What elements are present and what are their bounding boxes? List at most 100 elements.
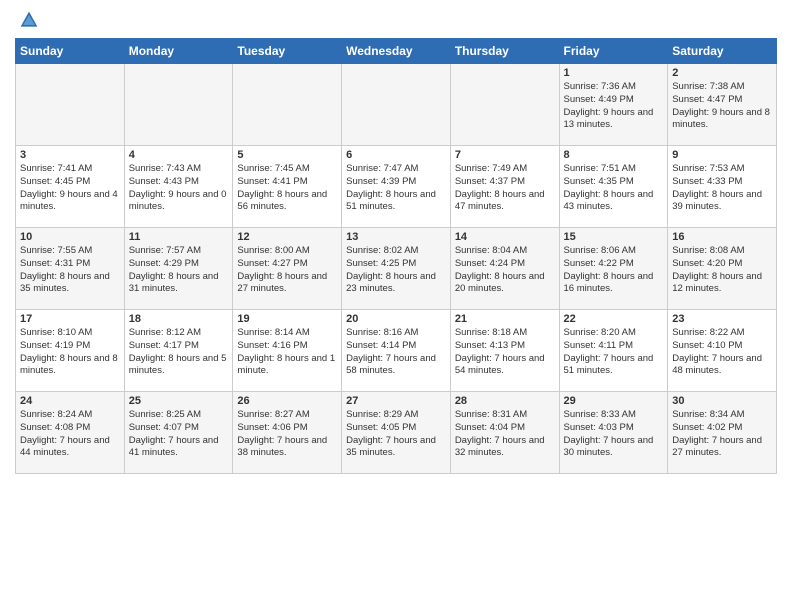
calendar-cell: 22Sunrise: 8:20 AM Sunset: 4:11 PM Dayli… [559,310,668,392]
day-info: Sunrise: 8:34 AM Sunset: 4:02 PM Dayligh… [672,409,772,460]
calendar-cell: 15 Sunrise: 8:06 AM Sunset: 4:22 PM Dayli… [559,228,668,310]
day-info: Sunrise: 8:02 AM Sunset: 4:25 PM Dayligh… [346,245,446,296]
day-number: 26 [237,395,337,407]
day-info: Sunrise: 8:06 AM Sunset: 4:22 PM Dayligh… [564,245,664,296]
weekday-header-thursday: Thursday [450,39,559,64]
day-number: 27 [346,395,446,407]
day-number: 29 [564,395,664,407]
header [15,10,777,30]
weekday-header-tuesday: Tuesday [233,39,342,64]
day-info: Sunrise: 8:10 AM Sunset: 4:19 PM Dayligh… [20,327,120,378]
calendar-cell: 17 Sunrise: 8:10 AM Sunset: 4:19 PM Dayli… [16,310,125,392]
day-info: Sunrise: 7:38 AM Sunset: 4:47 PM Dayligh… [672,81,772,132]
weekday-header-row: SundayMondayTuesdayWednesdayThursdayFrid… [16,39,777,64]
calendar-cell [450,64,559,146]
calendar-cell: 26 Sunrise: 8:27 AM Sunset: 4:06 PM Dayli… [233,392,342,474]
day-number: 20 [346,313,446,325]
calendar-cell: 21 Sunrise: 8:18 AM Sunset: 4:13 PM Dayli… [450,310,559,392]
calendar-cell: 8 Sunrise: 7:51 AM Sunset: 4:35 PM Daylig… [559,146,668,228]
calendar-cell [16,64,125,146]
day-info: Sunrise: 8:14 AM Sunset: 4:16 PM Dayligh… [237,327,337,378]
day-info: Sunrise: 8:31 AM Sunset: 4:04 PM Dayligh… [455,409,555,460]
day-info: Sunrise: 7:45 AM Sunset: 4:41 PM Dayligh… [237,163,337,214]
calendar-cell: 9 Sunrise: 7:53 AM Sunset: 4:33 PM Daylig… [668,146,777,228]
day-number: 17 [20,313,120,325]
calendar-week-row: 17 Sunrise: 8:10 AM Sunset: 4:19 PM Dayli… [16,310,777,392]
day-number: 21 [455,313,555,325]
day-number: 30 [672,395,772,407]
day-info: Sunrise: 8:33 AM Sunset: 4:03 PM Dayligh… [564,409,664,460]
day-info: Sunrise: 7:41 AM Sunset: 4:45 PM Dayligh… [20,163,120,214]
calendar-cell [233,64,342,146]
weekday-header-wednesday: Wednesday [342,39,451,64]
day-number: 12 [237,231,337,243]
calendar-cell: 7 Sunrise: 7:49 AM Sunset: 4:37 PM Daylig… [450,146,559,228]
calendar-cell: 18Sunrise: 8:12 AM Sunset: 4:17 PM Dayli… [124,310,233,392]
calendar-week-row: 1 Sunrise: 7:36 AM Sunset: 4:49 PM Daylig… [16,64,777,146]
day-number: 8 [564,149,664,161]
day-info: Sunrise: 7:49 AM Sunset: 4:37 PM Dayligh… [455,163,555,214]
day-info: Sunrise: 7:55 AM Sunset: 4:31 PM Dayligh… [20,245,120,296]
day-number: 1 [564,67,664,79]
page: SundayMondayTuesdayWednesdayThursdayFrid… [0,0,792,612]
day-info: Sunrise: 7:51 AM Sunset: 4:35 PM Dayligh… [564,163,664,214]
logo-icon [19,10,39,30]
day-info: Sunrise: 8:24 AM Sunset: 4:08 PM Dayligh… [20,409,120,460]
calendar-cell: 30 Sunrise: 8:34 AM Sunset: 4:02 PM Dayli… [668,392,777,474]
day-number: 3 [20,149,120,161]
day-info: Sunrise: 7:57 AM Sunset: 4:29 PM Dayligh… [129,245,229,296]
day-info: Sunrise: 8:18 AM Sunset: 4:13 PM Dayligh… [455,327,555,378]
calendar-cell [342,64,451,146]
logo [15,10,39,30]
day-number: 13 [346,231,446,243]
day-info: Sunrise: 8:16 AM Sunset: 4:14 PM Dayligh… [346,327,446,378]
calendar-cell: 20 Sunrise: 8:16 AM Sunset: 4:14 PM Dayli… [342,310,451,392]
day-number: 24 [20,395,120,407]
calendar-cell: 27 Sunrise: 8:29 AM Sunset: 4:05 PM Dayli… [342,392,451,474]
day-info: Sunrise: 8:29 AM Sunset: 4:05 PM Dayligh… [346,409,446,460]
day-number: 2 [672,67,772,79]
calendar-cell: 2 Sunrise: 7:38 AM Sunset: 4:47 PM Daylig… [668,64,777,146]
calendar-cell: 25Sunrise: 8:25 AM Sunset: 4:07 PM Dayli… [124,392,233,474]
day-info: Sunrise: 7:53 AM Sunset: 4:33 PM Dayligh… [672,163,772,214]
day-number: 6 [346,149,446,161]
calendar-week-row: 10 Sunrise: 7:55 AM Sunset: 4:31 PM Dayli… [16,228,777,310]
calendar-cell: 19 Sunrise: 8:14 AM Sunset: 4:16 PM Dayli… [233,310,342,392]
day-number: 7 [455,149,555,161]
day-info: Sunrise: 8:00 AM Sunset: 4:27 PM Dayligh… [237,245,337,296]
calendar-cell: 1 Sunrise: 7:36 AM Sunset: 4:49 PM Daylig… [559,64,668,146]
day-number: 18 [129,313,229,325]
calendar-cell: 23 Sunrise: 8:22 AM Sunset: 4:10 PM Dayli… [668,310,777,392]
calendar-cell: 4 Sunrise: 7:43 AM Sunset: 4:43 PM Daylig… [124,146,233,228]
day-number: 22 [564,313,664,325]
calendar-cell: 5 Sunrise: 7:45 AM Sunset: 4:41 PM Daylig… [233,146,342,228]
day-info: Sunrise: 7:43 AM Sunset: 4:43 PM Dayligh… [129,163,229,214]
calendar-cell: 29 Sunrise: 8:33 AM Sunset: 4:03 PM Dayli… [559,392,668,474]
calendar-cell: 24 Sunrise: 8:24 AM Sunset: 4:08 PM Dayli… [16,392,125,474]
day-number: 10 [20,231,120,243]
calendar-cell: 6Sunrise: 7:47 AM Sunset: 4:39 PM Daylig… [342,146,451,228]
day-info: Sunrise: 8:08 AM Sunset: 4:20 PM Dayligh… [672,245,772,296]
day-info: Sunrise: 8:22 AM Sunset: 4:10 PM Dayligh… [672,327,772,378]
day-info: Sunrise: 8:04 AM Sunset: 4:24 PM Dayligh… [455,245,555,296]
weekday-header-friday: Friday [559,39,668,64]
day-number: 5 [237,149,337,161]
calendar-cell [124,64,233,146]
day-number: 4 [129,149,229,161]
calendar-week-row: 24 Sunrise: 8:24 AM Sunset: 4:08 PM Dayli… [16,392,777,474]
day-number: 15 [564,231,664,243]
calendar-cell: 14 Sunrise: 8:04 AM Sunset: 4:24 PM Dayli… [450,228,559,310]
calendar-cell: 12 Sunrise: 8:00 AM Sunset: 4:27 PM Dayli… [233,228,342,310]
day-number: 23 [672,313,772,325]
day-number: 9 [672,149,772,161]
calendar-cell: 28Sunrise: 8:31 AM Sunset: 4:04 PM Dayli… [450,392,559,474]
day-info: Sunrise: 8:27 AM Sunset: 4:06 PM Dayligh… [237,409,337,460]
calendar-week-row: 3 Sunrise: 7:41 AM Sunset: 4:45 PM Daylig… [16,146,777,228]
weekday-header-monday: Monday [124,39,233,64]
day-number: 14 [455,231,555,243]
day-info: Sunrise: 8:25 AM Sunset: 4:07 PM Dayligh… [129,409,229,460]
day-number: 19 [237,313,337,325]
day-info: Sunrise: 7:36 AM Sunset: 4:49 PM Dayligh… [564,81,664,132]
calendar-cell: 11 Sunrise: 7:57 AM Sunset: 4:29 PM Dayli… [124,228,233,310]
day-number: 11 [129,231,229,243]
